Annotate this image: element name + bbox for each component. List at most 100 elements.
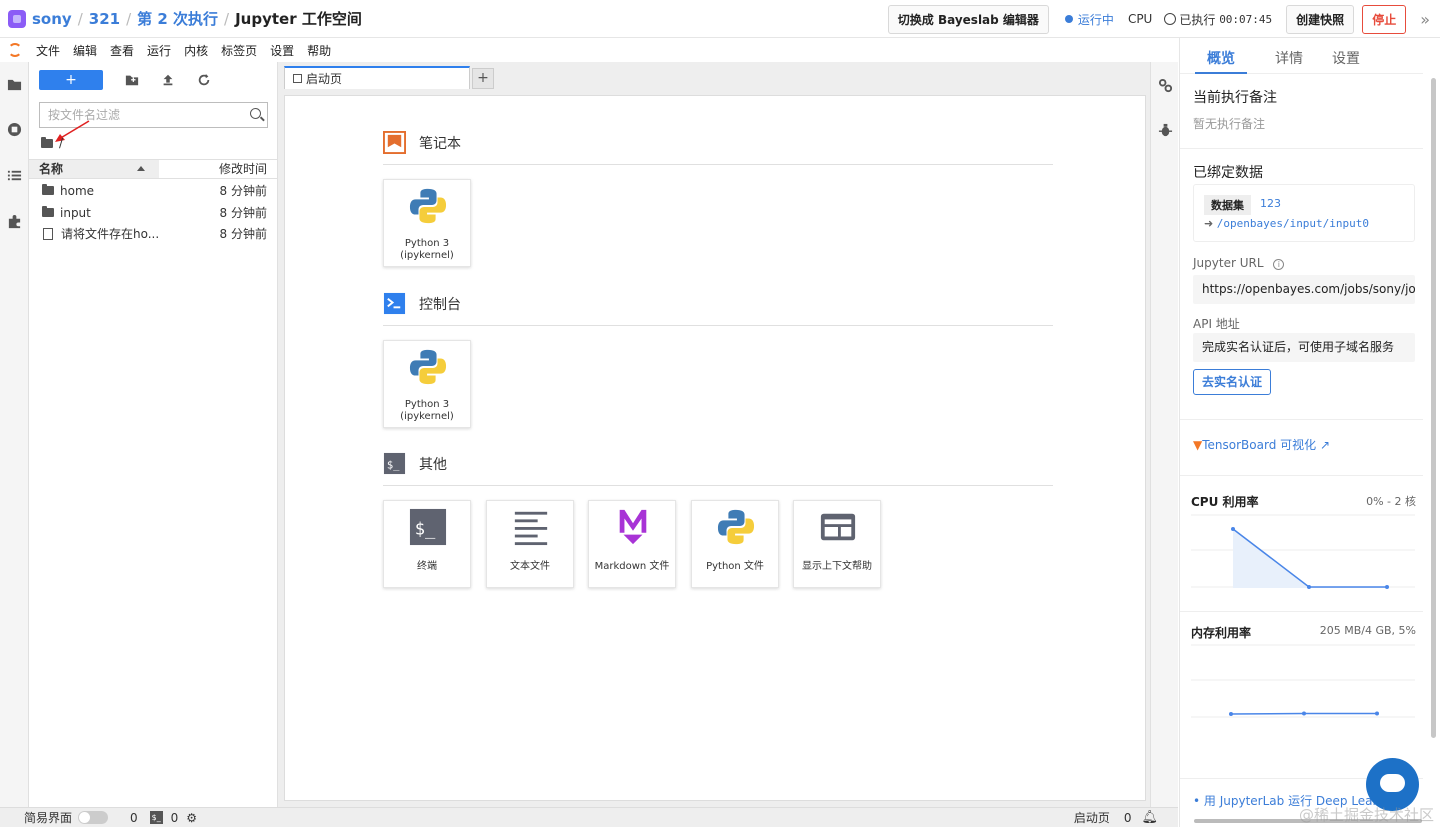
console-section: 控制台	[383, 290, 1053, 326]
page-title: Jupyter 工作空间	[235, 10, 362, 28]
breadcrumb-separator: /	[126, 9, 132, 28]
tab-launcher[interactable]: 启动页	[284, 66, 470, 89]
tab-settings[interactable]: 设置	[1331, 38, 1361, 74]
note-empty: 暂无执行备注	[1193, 117, 1266, 131]
menu-file[interactable]: 文件	[36, 42, 60, 59]
memory-usage-chart	[1191, 644, 1415, 718]
cpu-point	[1385, 585, 1389, 589]
simple-mode-toggle[interactable]	[78, 811, 109, 824]
svg-text:$_: $_	[415, 520, 436, 540]
simple-mode-label: 简易界面	[24, 811, 73, 825]
divider	[1180, 419, 1423, 420]
table-of-contents-icon[interactable]	[7, 168, 22, 183]
current-path[interactable]: /	[41, 136, 63, 150]
file-row[interactable]: input 8 分钟前	[29, 202, 277, 223]
refresh-icon[interactable]	[197, 73, 211, 87]
info-icon[interactable]: i	[1273, 259, 1285, 270]
memory-usage-value: 205 MB/4 GB, 5%	[1319, 624, 1416, 637]
menu-run[interactable]: 运行	[147, 42, 171, 59]
breadcrumb-user[interactable]: sony	[32, 10, 72, 28]
verify-identity-button[interactable]: 去实名认证	[1193, 369, 1272, 395]
jupyter-url-label: Jupyter URL i	[1193, 256, 1285, 270]
notebook-section: 笔记本	[383, 129, 1053, 165]
menu-help[interactable]: 帮助	[307, 42, 331, 59]
dataset-tag: 数据集	[1204, 195, 1251, 215]
new-launcher-button[interactable]: +	[39, 70, 103, 90]
menu-edit[interactable]: 编辑	[73, 42, 97, 59]
clock-icon	[1164, 13, 1177, 25]
left-activity-bar	[0, 62, 29, 807]
file-browser-panel: + / 名称 修改时间 home 8 分钟前 input 8 分钟前 请将文件存…	[29, 62, 278, 807]
property-inspector-icon[interactable]	[1158, 78, 1173, 93]
python-file-card[interactable]: Python 文件	[691, 500, 779, 588]
file-browser-icon[interactable]	[7, 77, 22, 92]
kernel-count: 0	[130, 810, 138, 825]
bound-data-title: 已绑定数据	[1193, 165, 1263, 181]
folder-icon	[42, 206, 54, 217]
add-tab-button[interactable]: +	[472, 68, 494, 89]
cpu-usage-title: CPU 利用率	[1191, 495, 1259, 509]
api-field: 完成实名认证后，可使用子域名服务	[1193, 333, 1415, 362]
terminal-card[interactable]: $_ 终端	[383, 500, 471, 588]
markdown-file-card[interactable]: Markdown 文件	[588, 500, 676, 588]
context-help-icon	[820, 513, 856, 541]
right-activity-bar	[1150, 62, 1178, 807]
column-name-label: 名称	[39, 162, 64, 176]
column-modified[interactable]: 修改时间	[219, 160, 267, 178]
jupyter-logo-icon	[8, 43, 22, 57]
notification-count: 0	[1123, 810, 1132, 825]
breadcrumb-project[interactable]: 321	[89, 10, 120, 28]
terminal-count: 0	[170, 810, 179, 825]
vertical-scrollbar[interactable]	[1431, 78, 1436, 738]
memory-point	[1229, 712, 1233, 716]
dataset-path: ➜ /openbayes/input/input0	[1204, 217, 1369, 230]
menu-settings[interactable]: 设置	[270, 42, 294, 59]
running-sessions-icon[interactable]	[7, 122, 22, 137]
file-modified: 8 分钟前	[219, 184, 267, 198]
status-dot-icon	[1064, 15, 1073, 23]
file-browser-toolbar: +	[39, 70, 211, 90]
upload-icon[interactable]	[161, 73, 175, 87]
create-snapshot-button[interactable]: 创建快照	[1286, 4, 1355, 34]
breadcrumb-run[interactable]: 第 2 次执行	[137, 8, 218, 29]
elapsed-timer: 已执行 00:07:45	[1164, 11, 1272, 28]
arrow-right-icon: ➜	[1204, 217, 1217, 230]
notebook-python3-card[interactable]: Python 3 (ipykernel)	[383, 179, 471, 267]
console-icon	[383, 292, 406, 315]
jupyter-url-field[interactable]: https://openbayes.com/jobs/sony/jo	[1193, 275, 1415, 304]
stop-button[interactable]: 停止	[1362, 4, 1407, 34]
tab-details[interactable]: 详情	[1274, 38, 1304, 74]
file-name: input	[60, 205, 91, 220]
file-row[interactable]: home 8 分钟前	[29, 180, 277, 201]
collapse-panel-icon[interactable]: »	[1420, 10, 1430, 29]
menu-bar: 文件 编辑 查看 运行 内核 标签页 设置 帮助	[0, 38, 1178, 62]
text-file-card[interactable]: 文本文件	[486, 500, 574, 588]
tensorboard-link[interactable]: ▼TensorBoard 可视化 ↗	[1193, 436, 1330, 453]
api-label: API 地址	[1193, 317, 1240, 331]
tab-title: 启动页	[306, 72, 343, 86]
column-name[interactable]: 名称	[29, 160, 159, 178]
dataset-id-link[interactable]: 123	[1260, 197, 1281, 210]
note-title: 当前执行备注	[1193, 90, 1277, 106]
extension-manager-icon[interactable]	[7, 214, 22, 229]
tab-overview[interactable]: 概览	[1195, 38, 1247, 74]
kernel-status-icon[interactable]: ⚙	[186, 811, 197, 825]
run-status: 运行中	[1064, 11, 1114, 28]
terminal-status-icon[interactable]: $_	[149, 811, 163, 824]
cpu-usage-value: 0% - 2 核	[1366, 495, 1416, 508]
new-folder-icon[interactable]	[125, 73, 139, 87]
menu-view[interactable]: 查看	[110, 42, 134, 59]
file-row[interactable]: 请将文件存在ho... 8 分钟前	[29, 223, 277, 244]
menu-kernel[interactable]: 内核	[184, 42, 208, 59]
external-link-icon: ↗	[1316, 438, 1330, 452]
card-label-line1: Python 3	[404, 399, 450, 410]
console-python3-card[interactable]: Python 3 (ipykernel)	[383, 340, 471, 428]
top-bar: sony / 321 / 第 2 次执行 / Jupyter 工作空间 切换成 …	[0, 0, 1440, 38]
debugger-icon[interactable]	[1158, 123, 1173, 138]
menu-tabs[interactable]: 标签页	[221, 42, 257, 59]
context-help-card[interactable]: 显示上下文帮助	[793, 500, 881, 588]
main-dock-area: 启动页 + 笔记本 Python 3 (ipykernel) 控制台 Pytho…	[278, 62, 1150, 807]
switch-editor-button[interactable]: 切换成 Bayeslab 编辑器	[887, 4, 1049, 34]
card-label-line2: (ipykernel)	[400, 250, 454, 261]
bell-icon[interactable]: 🔔︎	[1141, 810, 1158, 825]
